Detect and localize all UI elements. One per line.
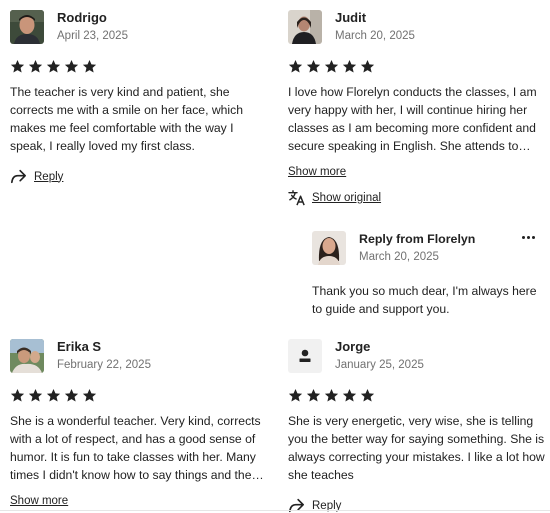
star-icon: [288, 59, 303, 73]
show-more-link[interactable]: Show more: [10, 495, 68, 507]
star-icon: [46, 388, 61, 402]
avatar[interactable]: [288, 339, 322, 373]
review-header: Rodrigo April 23, 2025: [10, 10, 272, 44]
show-original-link[interactable]: Show original: [312, 192, 381, 204]
star-rating: [10, 59, 272, 75]
reply-action[interactable]: Reply: [10, 169, 272, 184]
review-date: January 25, 2025: [335, 359, 424, 371]
star-icon: [82, 388, 97, 402]
star-icon: [360, 388, 375, 402]
reply-text: Thank you so much dear, I'm always here …: [312, 284, 537, 316]
star-icon: [288, 388, 303, 402]
review-text: She is a wonderful teacher. Very kind, c…: [10, 414, 264, 482]
star-icon: [306, 388, 321, 402]
review-jorge: Jorge January 25, 2025 She is very energ…: [288, 339, 550, 513]
star-icon: [64, 59, 79, 73]
star-icon: [82, 59, 97, 73]
translate-icon: [288, 190, 305, 206]
review-header: Judit March 20, 2025: [288, 10, 550, 44]
reviewer-name: Rodrigo: [57, 10, 107, 25]
reply-arrow-icon: [10, 169, 26, 184]
show-more-action[interactable]: Show more: [288, 166, 550, 178]
star-rating: [288, 388, 550, 404]
star-icon: [10, 59, 25, 73]
reply-title: Reply from Florelyn: [359, 232, 476, 246]
star-icon: [324, 388, 339, 402]
review-erika: Erika S February 22, 2025 She is a wonde…: [10, 339, 272, 507]
show-more-action[interactable]: Show more: [10, 495, 272, 507]
review-header: Erika S February 22, 2025: [10, 339, 272, 373]
star-icon: [64, 388, 79, 402]
star-icon: [46, 59, 61, 73]
star-icon: [28, 59, 43, 73]
translation-toggle[interactable]: Show original: [288, 190, 550, 206]
host-reply: Reply from Florelyn March 20, 2025 Thank…: [312, 231, 544, 318]
reviewer-name: Jorge: [335, 339, 371, 354]
review-text: I love how Florelyn conducts the classes…: [288, 85, 537, 153]
star-icon: [342, 388, 357, 402]
avatar[interactable]: [288, 10, 322, 44]
review-date: April 23, 2025: [57, 30, 128, 42]
star-icon: [360, 59, 375, 73]
avatar[interactable]: [10, 339, 44, 373]
star-rating: [288, 59, 550, 75]
avatar[interactable]: [10, 10, 44, 44]
review-text: She is very energetic, very wise, she is…: [288, 414, 545, 482]
host-reply-header: Reply from Florelyn March 20, 2025: [312, 231, 544, 265]
review-rodrigo: Rodrigo April 23, 2025 The teacher is ve…: [10, 10, 272, 184]
review-header: Jorge January 25, 2025: [288, 339, 550, 373]
default-user-icon: [299, 349, 311, 362]
reply-date: March 20, 2025: [359, 251, 439, 263]
avatar[interactable]: [312, 231, 346, 265]
more-options-icon[interactable]: [522, 236, 536, 242]
star-icon: [10, 388, 25, 402]
review-date: February 22, 2025: [57, 359, 151, 371]
star-rating: [10, 388, 272, 404]
review-text: The teacher is very kind and patient, sh…: [10, 85, 244, 153]
reply-link[interactable]: Reply: [34, 171, 63, 183]
reviewer-name: Judit: [335, 10, 367, 25]
review-judit: Judit March 20, 2025 I love how Florelyn…: [288, 10, 550, 206]
star-icon: [324, 59, 339, 73]
star-icon: [306, 59, 321, 73]
reviewer-name: Erika S: [57, 339, 102, 354]
review-date: March 20, 2025: [335, 30, 415, 42]
star-icon: [342, 59, 357, 73]
star-icon: [28, 388, 43, 402]
show-more-link[interactable]: Show more: [288, 166, 346, 178]
